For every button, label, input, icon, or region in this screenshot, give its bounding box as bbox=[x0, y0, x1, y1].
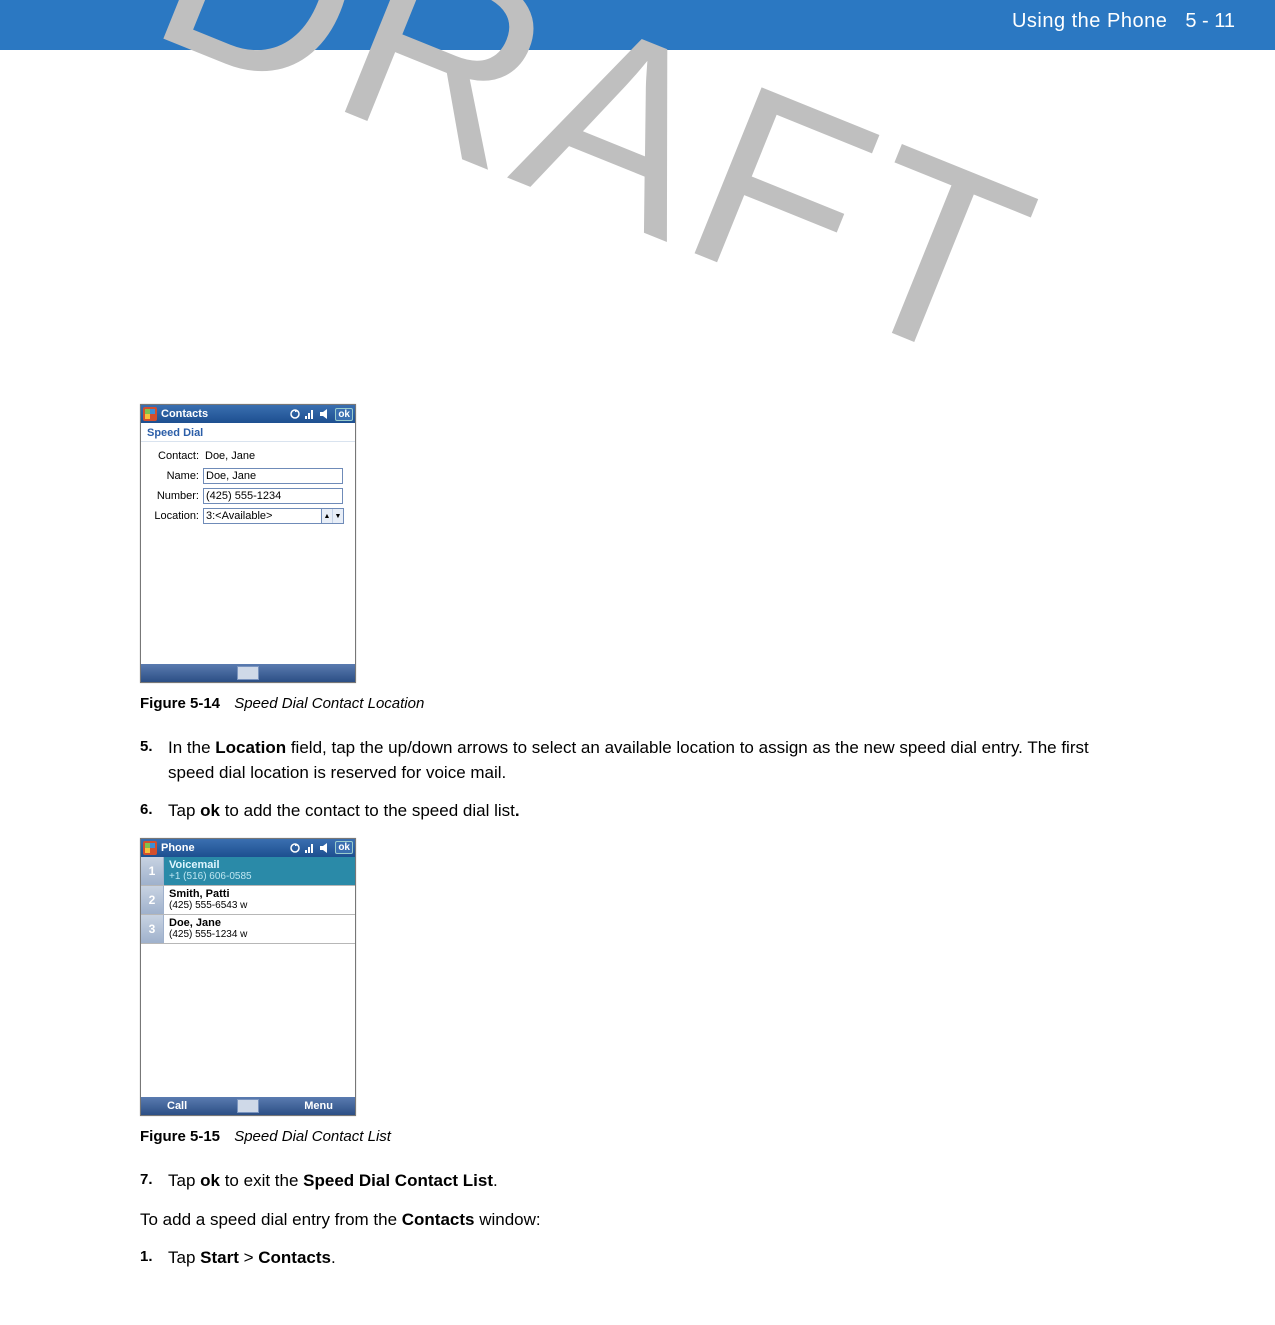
slot-number: 3 bbox=[141, 915, 164, 943]
list-item[interactable]: 2 Smith, Patti (425) 555-6543 w bbox=[141, 886, 355, 915]
figure-5-14-caption: Figure 5-14 Speed Dial Contact Location bbox=[140, 695, 1135, 712]
figure-5-15-screenshot: Phone ok 1 Voicemail +1 (516) 606-0585 2… bbox=[140, 838, 356, 1116]
bottom-bar bbox=[141, 664, 355, 682]
softkey-menu[interactable]: Menu bbox=[304, 1100, 333, 1112]
keyboard-icon[interactable] bbox=[237, 1099, 259, 1113]
header-divider bbox=[0, 42, 1275, 50]
item-phone: (425) 555-1234 w bbox=[169, 929, 350, 940]
location-label: Location: bbox=[147, 510, 203, 522]
window-title: Phone bbox=[161, 842, 195, 854]
item-phone: (425) 555-6543 w bbox=[169, 900, 350, 911]
start-icon[interactable] bbox=[143, 841, 157, 855]
ok-button[interactable]: ok bbox=[335, 841, 353, 854]
item-name: Smith, Patti bbox=[169, 888, 350, 900]
figure-5-14-label: Figure 5-14 bbox=[140, 695, 220, 712]
step-6-text: Tap ok to add the contact to the speed d… bbox=[168, 799, 1135, 824]
name-field[interactable] bbox=[203, 468, 343, 484]
speaker-icon bbox=[319, 408, 331, 420]
step-1-text: Tap Start > Contacts. bbox=[168, 1246, 1135, 1271]
speed-dial-form: Contact: Doe, Jane Name: Number: Locatio… bbox=[141, 442, 355, 664]
phone-titlebar: Phone ok bbox=[141, 839, 355, 857]
number-label: Number: bbox=[147, 490, 203, 502]
location-down-arrow-icon[interactable]: ▼ bbox=[332, 509, 343, 523]
speed-dial-list: 1 Voicemail +1 (516) 606-0585 2 Smith, P… bbox=[141, 857, 355, 1097]
softkey-call[interactable]: Call bbox=[167, 1100, 187, 1112]
item-phone: +1 (516) 606-0585 bbox=[169, 871, 350, 882]
slot-number: 2 bbox=[141, 886, 164, 914]
status-icons bbox=[289, 842, 331, 854]
contact-value: Doe, Jane bbox=[203, 448, 255, 464]
step-1: 1. Tap Start > Contacts. bbox=[140, 1246, 1135, 1271]
contacts-titlebar: Contacts ok bbox=[141, 405, 355, 423]
figure-5-15-caption: Figure 5-15 Speed Dial Contact List bbox=[140, 1128, 1135, 1145]
signal-icon bbox=[304, 408, 316, 420]
start-icon[interactable] bbox=[143, 407, 157, 421]
location-up-arrow-icon[interactable]: ▲ bbox=[322, 509, 332, 523]
add-from-contacts-para: To add a speed dial entry from the Conta… bbox=[140, 1208, 1135, 1233]
step-5-number: 5. bbox=[140, 736, 168, 785]
sync-icon bbox=[289, 408, 301, 420]
contact-label: Contact: bbox=[147, 450, 203, 462]
location-field[interactable] bbox=[203, 508, 321, 524]
figure-5-15-title: Speed Dial Contact List bbox=[234, 1128, 391, 1145]
step-7-text: Tap ok to exit the Speed Dial Contact Li… bbox=[168, 1169, 1135, 1194]
draft-watermark: DRAFT bbox=[120, 0, 1155, 460]
status-icons bbox=[289, 408, 331, 420]
list-item[interactable]: 3 Doe, Jane (425) 555-1234 w bbox=[141, 915, 355, 944]
speaker-icon bbox=[319, 842, 331, 854]
ok-button[interactable]: ok bbox=[335, 408, 353, 421]
step-6: 6. Tap ok to add the contact to the spee… bbox=[140, 799, 1135, 824]
step-5: 5. In the Location field, tap the up/dow… bbox=[140, 736, 1135, 785]
item-name: Voicemail bbox=[169, 859, 350, 871]
figure-5-14-screenshot: Contacts ok Speed Dial Contact: Doe, Jan… bbox=[140, 404, 356, 683]
step-5-text: In the Location field, tap the up/down a… bbox=[168, 736, 1135, 785]
header-page-number: 5 - 11 bbox=[1185, 10, 1235, 33]
item-name: Doe, Jane bbox=[169, 917, 350, 929]
figure-5-14-title: Speed Dial Contact Location bbox=[234, 695, 424, 712]
step-7: 7. Tap ok to exit the Speed Dial Contact… bbox=[140, 1169, 1135, 1194]
bottom-bar: Call Menu bbox=[141, 1097, 355, 1115]
slot-number: 1 bbox=[141, 857, 164, 885]
sync-icon bbox=[289, 842, 301, 854]
figure-5-15-label: Figure 5-15 bbox=[140, 1128, 220, 1145]
name-label: Name: bbox=[147, 470, 203, 482]
step-1-number: 1. bbox=[140, 1246, 168, 1271]
step-7-number: 7. bbox=[140, 1169, 168, 1194]
number-field[interactable] bbox=[203, 488, 343, 504]
window-title: Contacts bbox=[161, 408, 208, 420]
speed-dial-subhead: Speed Dial bbox=[141, 423, 355, 442]
page-header: Using the Phone 5 - 11 bbox=[0, 0, 1275, 42]
keyboard-icon[interactable] bbox=[237, 666, 259, 680]
header-section-title: Using the Phone bbox=[1012, 10, 1167, 33]
signal-icon bbox=[304, 842, 316, 854]
list-item[interactable]: 1 Voicemail +1 (516) 606-0585 bbox=[141, 857, 355, 886]
step-6-number: 6. bbox=[140, 799, 168, 824]
